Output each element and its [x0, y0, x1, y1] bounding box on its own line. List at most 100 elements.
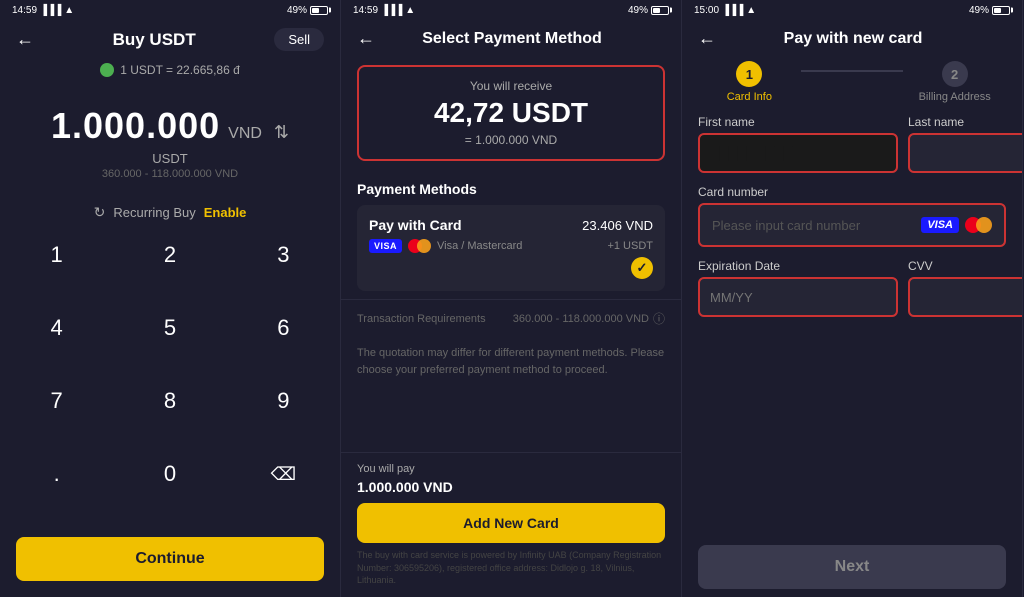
battery-icon-2 — [651, 6, 669, 15]
card-brand-icons: VISA — [921, 217, 992, 233]
num-key-5[interactable]: 5 — [113, 302, 226, 354]
numpad: 1 2 3 4 5 6 7 8 9 . 0 ⌫ — [0, 229, 340, 529]
enable-button[interactable]: Enable — [204, 205, 247, 220]
transaction-req-row: Transaction Requirements 360.000 - 118.0… — [341, 299, 681, 337]
amount-currency: VND — [228, 125, 262, 143]
expiration-input[interactable] — [698, 277, 898, 317]
back-arrow-3[interactable]: ← — [698, 28, 716, 49]
cvv-input[interactable] — [908, 277, 1023, 317]
info-icon: ⓘ — [653, 310, 665, 327]
num-key-3[interactable]: 3 — [227, 229, 340, 281]
last-name-group: Last name — [908, 115, 1023, 173]
status-time-1: 14:59 — [12, 5, 37, 16]
usdt-equiv: USDT — [152, 151, 187, 166]
payment-methods-label: Payment Methods — [341, 169, 681, 205]
tab-bar: 1 Card Info 2 Billing Address — [682, 57, 1022, 115]
card-number-label: Card number — [698, 185, 1006, 199]
card-icons-row: VISA Visa / Mastercard — [369, 239, 522, 253]
payment-card-top: Pay with Card 23.406 VND — [369, 217, 653, 233]
continue-button[interactable]: Continue — [16, 537, 324, 581]
pay-new-card-header: ← Pay with new card — [682, 20, 1022, 57]
back-arrow-2[interactable]: ← — [357, 28, 375, 49]
num-key-backspace[interactable]: ⌫ — [227, 448, 340, 500]
select-payment-title: Select Payment Method — [383, 30, 641, 48]
num-key-1[interactable]: 1 — [0, 229, 113, 281]
recurring-row: ↻ Recurring Buy Enable — [0, 188, 340, 229]
num-key-7[interactable]: 7 — [0, 375, 113, 427]
rate-text: 1 USDT = 22.665,86 đ — [120, 63, 240, 77]
swap-icon[interactable]: ⇅ — [274, 122, 289, 143]
exp-cvv-row: Expiration Date CVV — [698, 259, 1006, 317]
buy-usdt-header: ← Buy USDT Sell — [0, 20, 340, 59]
sell-button[interactable]: Sell — [274, 28, 324, 51]
payment-card[interactable]: Pay with Card 23.406 VND VISA Visa / Mas… — [357, 205, 665, 291]
quotation-note: The quotation may differ for different p… — [341, 337, 681, 386]
tab-1-label: Card Info — [727, 91, 772, 103]
first-name-label: First name — [698, 115, 898, 129]
select-payment-header: ← Select Payment Method — [341, 20, 681, 57]
last-name-label: Last name — [908, 115, 1023, 129]
expiration-group: Expiration Date — [698, 259, 898, 317]
status-right-2: 49% — [628, 5, 669, 16]
status-right-3: 49% — [969, 5, 1010, 16]
card-number-field[interactable]: Please input card number VISA — [698, 203, 1006, 247]
wifi-icon-2: ▲ — [405, 5, 415, 16]
pay-amount: 23.406 VND — [582, 218, 653, 233]
status-bar-3: 15:00 ▐▐▐ ▲ 49% — [682, 0, 1022, 20]
card-number-placeholder: Please input card number — [712, 218, 913, 233]
num-key-4[interactable]: 4 — [0, 302, 113, 354]
status-bar-2: 14:59 ▐▐▐ ▲ 49% — [341, 0, 681, 20]
tab-1-circle: 1 — [736, 61, 762, 87]
pay-new-card-title: Pay with new card — [724, 30, 982, 48]
pay-total: 1.000.000 VND — [357, 479, 665, 495]
num-key-0[interactable]: 0 — [113, 448, 226, 500]
amount-display: 1.000.000 VND ⇅ USDT 360.000 - 118.000.0… — [0, 85, 340, 188]
powered-by-text: The buy with card service is powered by … — [357, 549, 665, 587]
receive-label: You will receive — [371, 79, 651, 93]
battery-icon-1 — [310, 6, 328, 15]
cvv-label: CVV — [908, 259, 1023, 273]
receive-box: You will receive 42,72 USDT = 1.000.000 … — [357, 65, 665, 161]
add-new-card-button[interactable]: Add New Card — [357, 503, 665, 543]
tab-billing-address[interactable]: 2 Billing Address — [903, 61, 1006, 103]
num-key-2[interactable]: 2 — [113, 229, 226, 281]
big-amount: 1.000.000 — [51, 105, 220, 147]
tab-card-info[interactable]: 1 Card Info — [698, 61, 801, 103]
recurring-label: Recurring Buy — [113, 205, 195, 220]
num-key-dot[interactable]: . — [0, 448, 113, 500]
screen-pay-new-card: 15:00 ▐▐▐ ▲ 49% ← Pay with new card 1 Ca… — [682, 0, 1023, 597]
first-name-input[interactable] — [698, 133, 898, 173]
tab-divider — [801, 70, 904, 72]
signal-icon-2: ▐▐▐ — [381, 5, 402, 16]
first-name-group: First name — [698, 115, 898, 173]
last-name-input[interactable] — [908, 133, 1023, 173]
range-text: 360.000 - 118.000.000 VND — [102, 168, 238, 180]
visa-icon: VISA — [921, 217, 959, 233]
selected-check-icon: ✓ — [631, 257, 653, 279]
visa-badge: VISA — [369, 239, 402, 253]
battery-percent-3: 49% — [969, 5, 989, 16]
tab-2-number: 2 — [951, 67, 958, 82]
signal-icon-3: ▐▐▐ — [722, 5, 743, 16]
tab-2-label: Billing Address — [919, 91, 991, 103]
wifi-icon-3: ▲ — [746, 5, 756, 16]
transaction-req-value: 360.000 - 118.000.000 VND — [513, 313, 649, 325]
receive-vnd: = 1.000.000 VND — [371, 133, 651, 147]
receive-amount: 42,72 USDT — [371, 97, 651, 129]
coin-icon — [100, 63, 114, 77]
battery-percent-1: 49% — [287, 5, 307, 16]
card-type-label: Visa / Mastercard — [437, 240, 522, 252]
plus-usdt: +1 USDT — [607, 240, 653, 252]
num-key-8[interactable]: 8 — [113, 375, 226, 427]
tab-1-number: 1 — [746, 67, 753, 82]
mc-badge — [408, 239, 431, 253]
next-button[interactable]: Next — [698, 545, 1006, 589]
back-arrow-1[interactable]: ← — [16, 29, 34, 50]
screen-buy-usdt: 14:59 ▐▐▐ ▲ 49% ← Buy USDT Sell 1 USDT =… — [0, 0, 341, 597]
num-key-9[interactable]: 9 — [227, 375, 340, 427]
mc-icon — [965, 217, 992, 233]
status-left-1: 14:59 ▐▐▐ ▲ — [12, 5, 74, 16]
expiration-label: Expiration Date — [698, 259, 898, 273]
buy-usdt-title: Buy USDT — [113, 30, 196, 50]
num-key-6[interactable]: 6 — [227, 302, 340, 354]
